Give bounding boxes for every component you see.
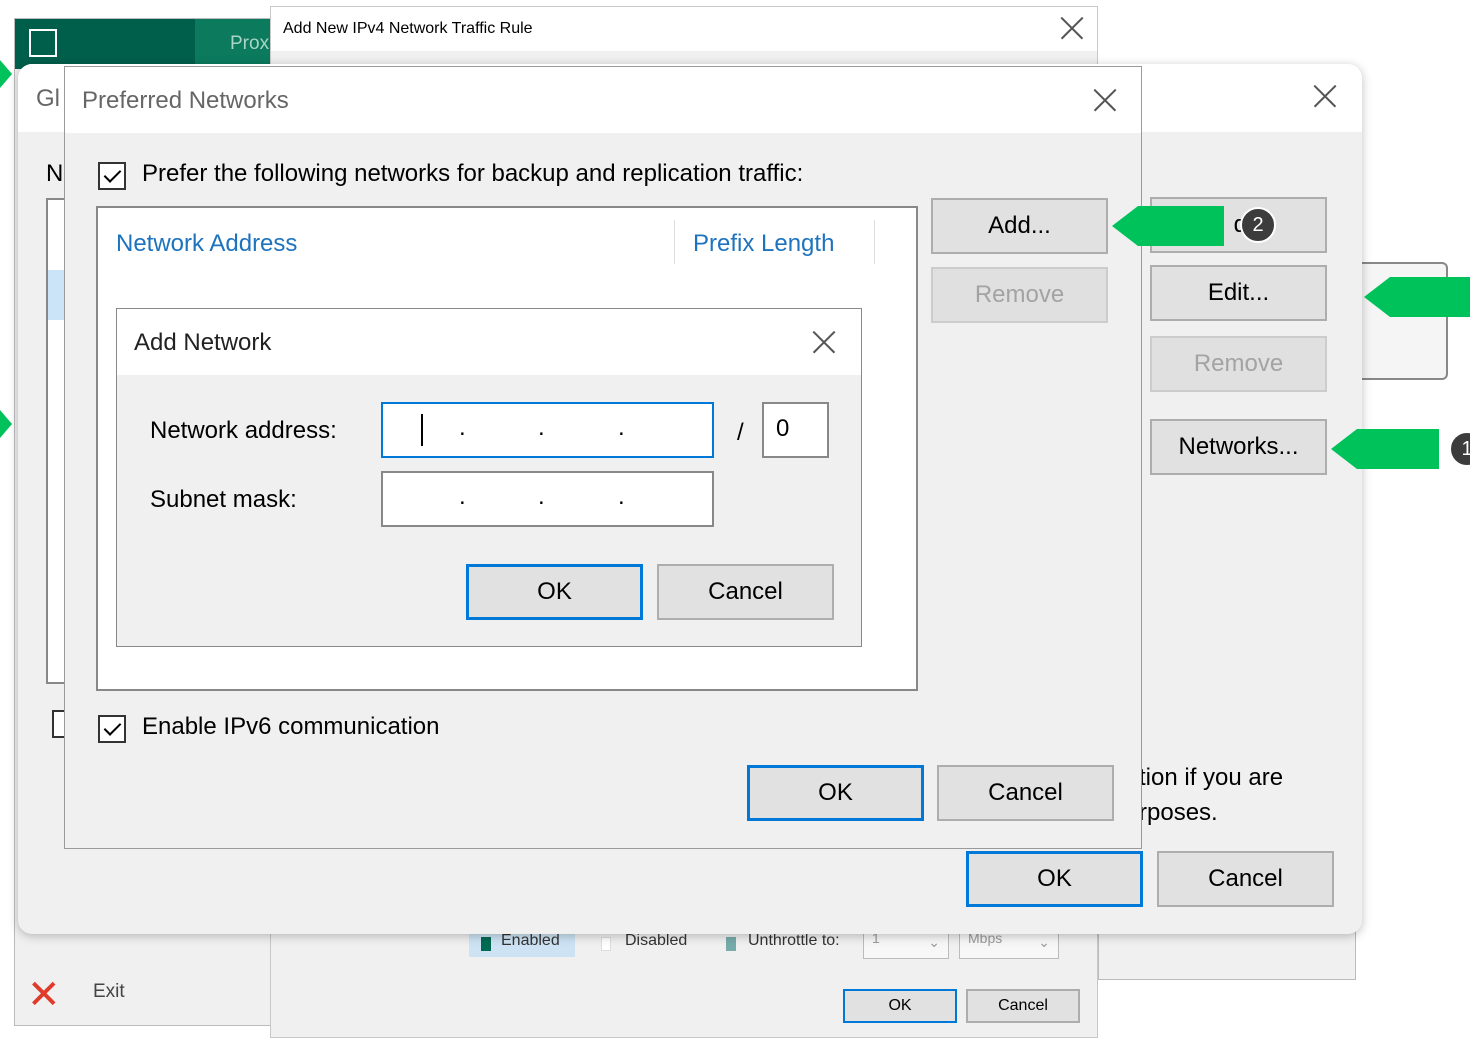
column-divider — [674, 220, 675, 264]
callout-arrow-edit — [1364, 277, 1470, 317]
legend-unthrottle-swatch — [726, 937, 736, 951]
ip-dot: . — [459, 414, 466, 441]
app-tab-label: Prox — [230, 33, 270, 54]
subnet-mask-input[interactable]: . . . — [381, 471, 714, 527]
network-address-label: Network address: — [150, 417, 337, 444]
step-badge-label: 1 — [1461, 437, 1470, 460]
prefer-networks-checkbox[interactable] — [98, 162, 126, 190]
ok-label: OK — [1037, 865, 1072, 892]
step-badge-label: 2 — [1252, 213, 1264, 236]
legend-unthrottle-label: Unthrottle to: — [748, 932, 840, 949]
ip-dot: . — [459, 483, 466, 510]
column-divider — [874, 220, 875, 264]
rule-remove-button[interactable]: Remove — [1150, 336, 1327, 392]
networks-button[interactable]: Networks... — [1150, 419, 1327, 475]
ip-dot: . — [538, 414, 545, 441]
add-network-ok-button[interactable]: OK — [466, 564, 643, 620]
prefer-networks-label: Prefer the following networks for backup… — [142, 160, 804, 187]
global-cancel-button[interactable]: Cancel — [1157, 851, 1334, 907]
cancel-label: Cancel — [1208, 865, 1283, 892]
step-badge-2: 2 — [1240, 207, 1276, 243]
global-ok-button[interactable]: OK — [966, 851, 1143, 907]
edit-label: Edit... — [1207, 279, 1270, 306]
add-network-cancel-button[interactable]: Cancel — [657, 564, 834, 620]
rules-list-label: N — [46, 160, 64, 187]
app-logo-icon — [29, 29, 57, 57]
ip-dot: . — [538, 483, 545, 510]
add-network-titlebar: Add Network — [117, 309, 861, 375]
ok-label: OK — [888, 997, 912, 1014]
close-icon[interactable] — [1090, 85, 1120, 115]
networks-label: Networks... — [1178, 433, 1299, 460]
global-title: Gl — [36, 85, 60, 112]
traffic-rule-ok-button[interactable]: OK — [843, 989, 957, 1023]
remove-label: Remove — [1193, 350, 1284, 377]
callout-arrow-networks — [1331, 429, 1439, 469]
ip-dot: . — [618, 414, 625, 441]
remove-label: Remove — [974, 281, 1065, 308]
ipv6-label: Enable IPv6 communication — [142, 713, 440, 740]
chevron-down-icon: ⌄ — [928, 934, 940, 950]
legend-enabled-swatch — [481, 937, 491, 951]
cancel-label: Cancel — [708, 578, 783, 605]
close-icon[interactable] — [1059, 15, 1085, 41]
left-arrow-marker — [0, 410, 12, 438]
app-tab[interactable]: Prox — [195, 19, 277, 69]
traffic-rule-cancel-button[interactable]: Cancel — [966, 989, 1080, 1023]
add-network-title: Add Network — [134, 329, 272, 356]
traffic-rule-title: Add New IPv4 Network Traffic Rule — [283, 20, 533, 37]
step-badge-1: 1 — [1449, 431, 1470, 467]
ip-dot: . — [618, 483, 625, 510]
add-label: Add... — [988, 212, 1051, 239]
preferred-cancel-button[interactable]: Cancel — [937, 765, 1114, 821]
exit-label: Exit — [93, 981, 125, 1002]
legend-disabled-swatch — [601, 937, 611, 951]
text-cursor — [421, 414, 423, 446]
legend-enabled-label: Enabled — [501, 932, 560, 949]
ipv6-checkbox[interactable] — [98, 715, 126, 743]
exit-icon: ✕ — [27, 973, 61, 1017]
preferred-titlebar: Preferred Networks — [65, 67, 1141, 133]
cancel-label: Cancel — [998, 997, 1048, 1014]
preferred-add-button[interactable]: Add... — [931, 198, 1108, 254]
app-header-bar: Prox — [15, 19, 277, 69]
prefix-value: 0 — [776, 415, 790, 442]
add-network-dialog: Add Network Network address: . . . / 0 S… — [116, 308, 862, 647]
note-line-1: tion if you are — [1139, 764, 1284, 791]
cancel-label: Cancel — [988, 779, 1063, 806]
callout-arrow-add — [1112, 206, 1224, 246]
exit-menu-item[interactable]: ✕ Exit — [23, 975, 173, 1015]
legend-disabled-label: Disabled — [625, 932, 688, 949]
preferred-remove-button[interactable]: Remove — [931, 267, 1108, 323]
note-line-2: rposes. — [1139, 799, 1218, 826]
close-icon[interactable] — [1310, 81, 1340, 111]
close-icon[interactable] — [809, 327, 839, 357]
column-header-network-address[interactable]: Network Address — [116, 230, 297, 258]
subnet-mask-label: Subnet mask: — [150, 486, 297, 513]
prefix-separator: / — [737, 419, 744, 446]
network-address-input[interactable]: . . . — [381, 402, 714, 458]
preferred-ok-button[interactable]: OK — [747, 765, 924, 821]
prefix-input[interactable]: 0 — [762, 402, 829, 458]
traffic-rule-titlebar: Add New IPv4 Network Traffic Rule — [271, 7, 1097, 51]
left-arrow-marker — [0, 60, 12, 88]
rule-edit-button[interactable]: Edit... — [1150, 265, 1327, 321]
column-header-prefix-length[interactable]: Prefix Length — [693, 230, 834, 258]
chevron-down-icon: ⌄ — [1038, 934, 1050, 950]
ok-label: OK — [537, 578, 572, 605]
preferred-title: Preferred Networks — [82, 87, 289, 114]
ok-label: OK — [818, 779, 853, 806]
